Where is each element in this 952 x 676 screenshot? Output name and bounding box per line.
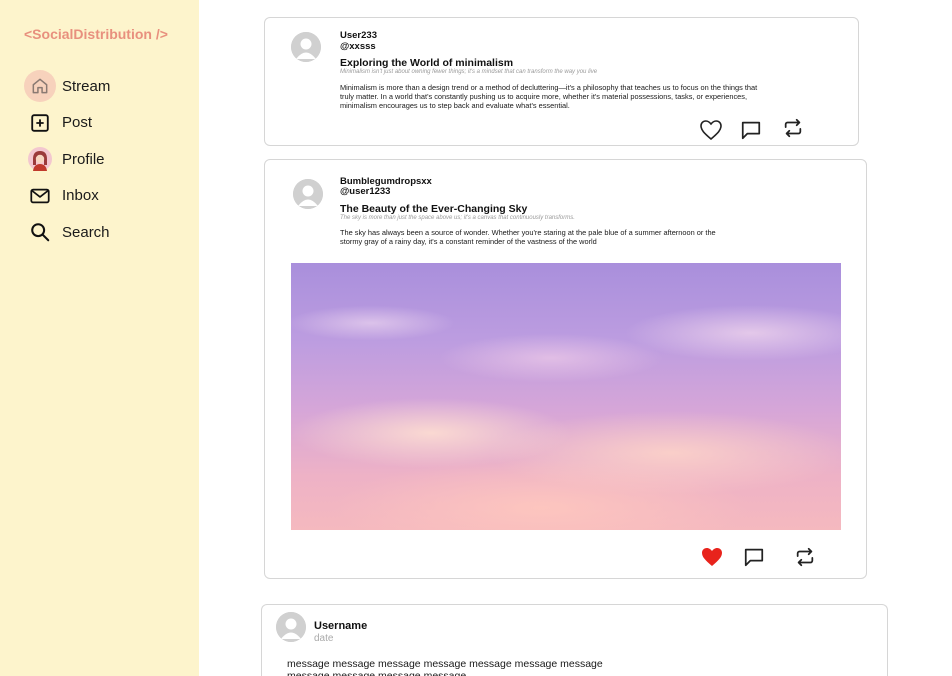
repost-button[interactable]	[779, 116, 807, 140]
sidebar-item-label: Search	[62, 223, 110, 241]
sidebar-item-label: Inbox	[62, 187, 99, 204]
post-title[interactable]: Exploring the World of minimalism	[340, 57, 513, 69]
comment-icon	[741, 121, 761, 140]
comment-card: Username date message message message me…	[261, 604, 888, 676]
post-card: Bumblegumdropsxx @user1233 The Beauty of…	[264, 159, 867, 579]
sidebar-item-stream[interactable]: Stream	[24, 70, 110, 102]
comment-avatar[interactable]	[276, 612, 306, 642]
post-body: Minimalism is more than a design trend o…	[340, 83, 758, 111]
sidebar-item-label: Profile	[62, 150, 105, 168]
post-subtitle: Minimalism isn't just about owning fewer…	[340, 69, 598, 75]
comment-date: date	[314, 633, 334, 644]
comment-button[interactable]	[737, 118, 765, 142]
sidebar-item-search[interactable]: Search	[24, 216, 110, 248]
sidebar-item-profile[interactable]: Profile	[24, 143, 110, 175]
sidebar-item-label: Stream	[62, 77, 111, 95]
plus-square-icon	[24, 107, 56, 139]
like-button[interactable]	[697, 544, 727, 570]
sidebar-item-inbox[interactable]: Inbox	[24, 180, 110, 212]
post-card: User233 @xxsss Exploring the World of mi…	[264, 17, 859, 146]
repost-button[interactable]	[791, 544, 819, 570]
profile-avatar-icon	[24, 143, 56, 175]
post-image[interactable]	[291, 263, 841, 530]
avatar[interactable]	[291, 32, 321, 62]
comment-button[interactable]	[740, 544, 768, 570]
post-handle[interactable]: @user1233	[340, 186, 390, 197]
post-display-name[interactable]: User233	[340, 30, 377, 41]
heart-filled-icon	[702, 548, 722, 566]
sidebar-nav: Stream Post Profile Inbox Search	[24, 70, 110, 253]
app-brand[interactable]: <SocialDistribution />	[24, 26, 168, 42]
sidebar-item-label: Post	[62, 114, 93, 131]
sidebar: <SocialDistribution /> Stream Post Profi…	[0, 0, 199, 676]
comment-message: message message message message message …	[287, 658, 603, 676]
repost-icon	[784, 118, 802, 138]
sidebar-item-post[interactable]: Post	[24, 107, 110, 139]
mail-icon	[24, 180, 56, 212]
search-icon	[24, 216, 56, 248]
home-icon	[24, 70, 56, 102]
post-subtitle: The sky is more than just the space abov…	[340, 215, 575, 221]
heart-outline-icon	[700, 120, 722, 141]
comment-icon	[744, 548, 764, 567]
post-title[interactable]: The Beauty of the Ever-Changing Sky	[340, 203, 527, 215]
like-button[interactable]	[697, 118, 725, 142]
post-handle[interactable]: @xxsss	[340, 41, 376, 52]
comment-username[interactable]: Username	[314, 620, 367, 632]
repost-icon	[796, 547, 814, 567]
post-body: The sky has always been a source of wond…	[340, 228, 716, 247]
avatar[interactable]	[293, 179, 323, 209]
